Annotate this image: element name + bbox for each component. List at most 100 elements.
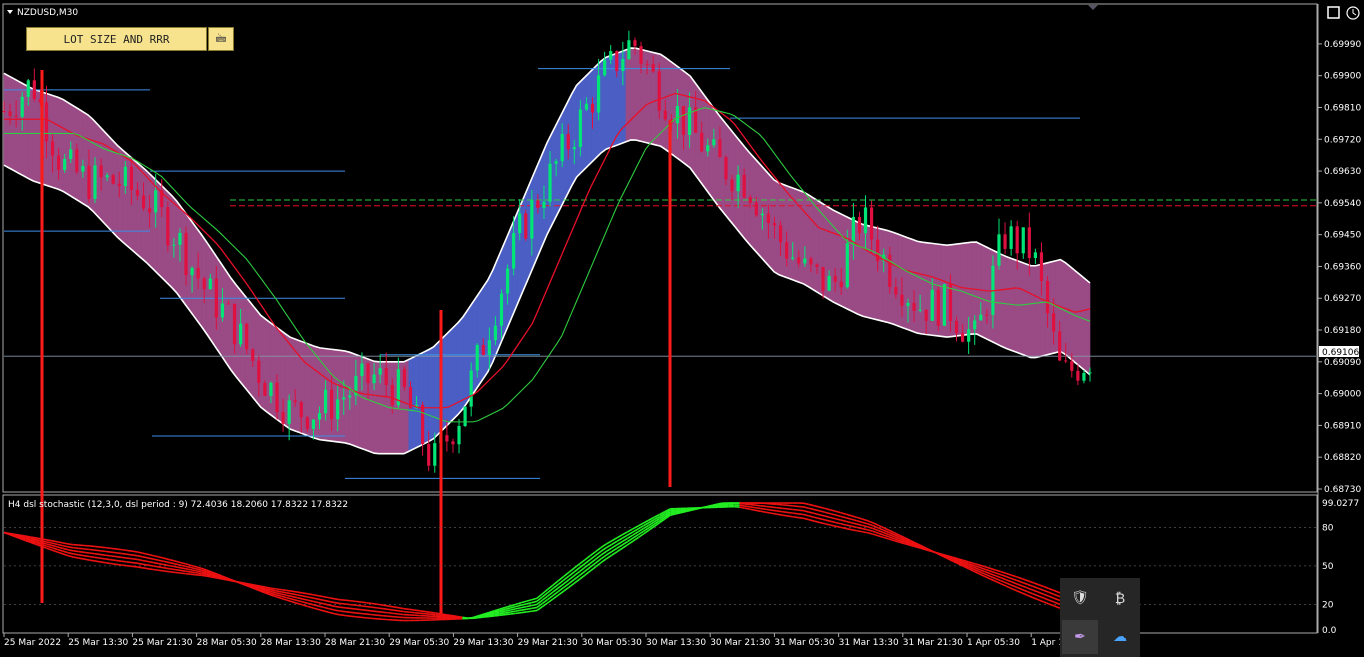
stochastic-line — [195, 569, 202, 573]
time-tick-label: 28 Mar 21:30 — [325, 638, 385, 648]
stochastic-line — [398, 613, 404, 616]
stochastic-line — [137, 562, 143, 565]
price-tick-label: 0.68820 — [1324, 453, 1361, 463]
stochastic-line — [371, 610, 378, 613]
stochastic-line — [856, 529, 863, 533]
band-segment — [1025, 263, 1032, 358]
stochastic-line — [355, 600, 362, 603]
stochastic-line — [328, 600, 335, 604]
stochastic-line — [376, 603, 383, 606]
candle-body — [845, 243, 849, 288]
shield-icon[interactable]: 🛡 — [1062, 581, 1098, 615]
candle-body — [1027, 227, 1031, 259]
stochastic-line — [35, 537, 42, 540]
stochastic-line — [83, 554, 90, 558]
stochastic-line — [776, 513, 783, 516]
stochastic-line — [766, 505, 772, 508]
stochastic-line — [766, 511, 772, 515]
candle-body — [1003, 234, 1007, 249]
lot-size-button[interactable]: LOT SIZE AND RRR — [26, 27, 207, 51]
band-segment — [1020, 261, 1027, 357]
candle-body — [512, 233, 516, 269]
stochastic-line — [83, 558, 90, 561]
band-segment — [62, 99, 69, 196]
band-segment — [857, 221, 864, 317]
candle-body — [220, 303, 225, 318]
stochastic-line — [297, 591, 303, 594]
band-segment — [1015, 259, 1022, 355]
stochastic-line — [105, 561, 111, 565]
stochastic-line — [99, 553, 106, 556]
time-tick-label: 31 Mar 21:30 — [903, 638, 963, 648]
stochastic-line — [339, 606, 346, 609]
stochastic-line — [744, 507, 751, 511]
candle-body — [700, 132, 704, 152]
candle-body — [475, 344, 479, 371]
band-segment — [986, 246, 992, 342]
candle-body — [742, 174, 746, 198]
candle-body — [663, 110, 667, 120]
indicator-title: H4 dsl stochastic (12,3,0, dsl period : … — [8, 500, 348, 510]
candle-body — [287, 400, 291, 424]
candle-body — [1070, 361, 1074, 371]
maximize-icon[interactable] — [1327, 6, 1340, 19]
candle-body — [50, 141, 55, 156]
candle-body — [469, 370, 473, 407]
stochastic-line — [51, 540, 58, 543]
stochastic-line — [73, 553, 79, 556]
stochastic-line — [739, 502, 745, 505]
stochastic-line — [67, 543, 74, 546]
stochastic-line — [131, 565, 138, 568]
candle-body — [384, 368, 388, 385]
stochastic-line — [792, 508, 799, 511]
candle-body — [596, 75, 601, 113]
stochastic-line — [318, 598, 324, 602]
stochastic-line — [126, 549, 133, 552]
candle-body — [190, 267, 194, 276]
candle-body — [894, 287, 898, 295]
candle-body — [518, 213, 522, 234]
stochastic-line — [30, 536, 37, 539]
candle-body — [366, 363, 370, 384]
stochastic-line — [115, 555, 122, 559]
candle-body — [123, 166, 127, 186]
stochastic-line — [147, 564, 154, 567]
stochastic-line — [382, 604, 388, 607]
chart-canvas[interactable]: 0.69990 0.69900 0.69810 0.69720 0.69630 0.695… — [0, 0, 1364, 657]
band-segment — [33, 88, 39, 184]
stochastic-line — [41, 538, 47, 541]
feather-icon[interactable]: ✒ — [1062, 620, 1098, 654]
cloud-icon[interactable]: ☁ — [1102, 620, 1138, 654]
candle-body — [172, 244, 176, 246]
band-segment — [833, 209, 839, 305]
candle-body — [499, 293, 504, 326]
band-segment — [443, 331, 449, 430]
stochastic-line — [361, 608, 367, 612]
stochastic-line — [494, 614, 500, 617]
stochastic-line — [142, 563, 149, 566]
app-icon[interactable]: ₿ — [1102, 581, 1138, 615]
band-segment — [971, 241, 977, 335]
candle-body — [226, 303, 231, 305]
stochastic-line — [94, 560, 101, 563]
stochastic-line — [782, 510, 788, 514]
band-segment — [354, 353, 360, 449]
stochastic-line — [275, 588, 282, 591]
band-segment — [1074, 270, 1081, 368]
stochastic-line — [78, 547, 85, 550]
candle-body — [2, 111, 6, 113]
candle-body — [687, 107, 692, 135]
stochastic-line — [110, 558, 117, 562]
stochastic-line — [163, 563, 170, 567]
band-segment — [522, 189, 528, 293]
stochastic-line — [851, 528, 857, 532]
candle-body — [730, 179, 734, 192]
candle-body — [627, 40, 631, 60]
candle-body — [269, 382, 273, 396]
stochastic-line — [185, 570, 191, 573]
band-segment — [28, 86, 34, 182]
candle-body — [524, 213, 528, 239]
stochastic-line — [131, 561, 138, 565]
stochastic-line — [110, 555, 117, 558]
keyboard-icon[interactable]: 🖮 — [208, 27, 234, 51]
